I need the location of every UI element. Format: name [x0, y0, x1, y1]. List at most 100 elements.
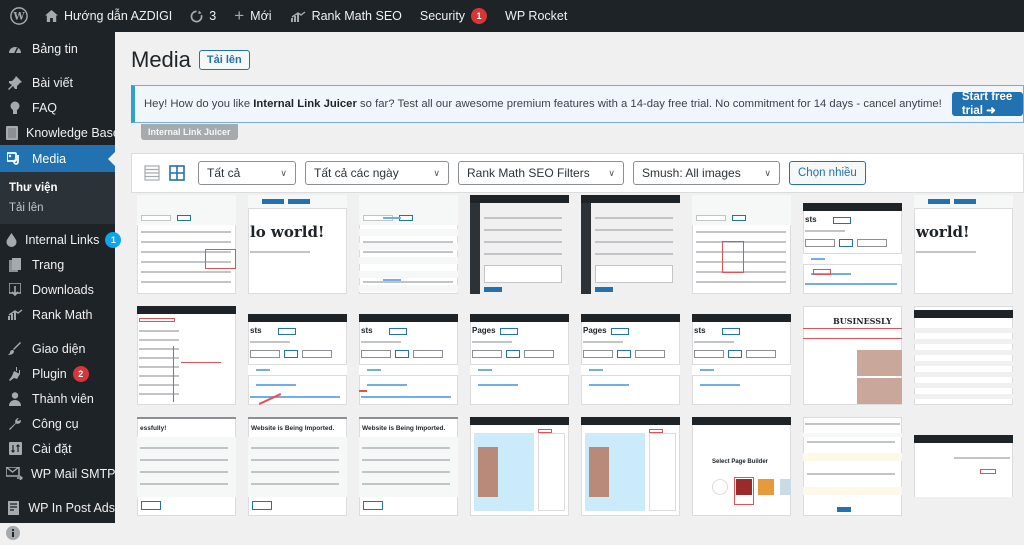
updates-link[interactable]: 3 [181, 0, 225, 32]
thumbnail-detail [362, 483, 450, 485]
sidebar-item-settings[interactable]: Cài đặt [0, 436, 115, 461]
sidebar-item-media[interactable]: Media [0, 145, 115, 172]
thumbnail-detail [914, 417, 1013, 437]
thumbnail-detail: sts [250, 326, 262, 335]
rank-math-link[interactable]: Rank Math SEO [281, 0, 411, 32]
wp-rocket-link[interactable]: WP Rocket [496, 0, 576, 32]
sidebar-item-faq[interactable]: FAQ [0, 95, 115, 120]
wordpress-logo-icon[interactable]: W [6, 3, 32, 29]
thumbnail-detail [780, 479, 791, 495]
sidebar-item-label: Rank Math [32, 307, 93, 322]
sidebar-item-knowledge-base[interactable]: Knowledge Base [0, 120, 120, 145]
media-thumbnail[interactable]: Pages [470, 306, 569, 405]
media-thumbnail[interactable]: sts [359, 306, 458, 405]
thumbnail-detail [581, 314, 680, 322]
media-thumbnail[interactable] [581, 195, 680, 294]
media-thumbnail[interactable]: Pages [581, 306, 680, 405]
media-thumbnail[interactable] [137, 306, 236, 405]
thumbnail-detail [251, 483, 339, 485]
sidebar-item-tools[interactable]: Công cụ [0, 411, 115, 436]
media-thumbnail[interactable] [914, 417, 1013, 516]
media-thumbnail[interactable]: BUSINESSLY [803, 306, 902, 405]
internal-link-juicer-notice: Hey! How do you like Internal Link Juice… [131, 85, 1024, 123]
media-thumbnail[interactable]: Website is Being Imported. [248, 417, 347, 516]
submenu-item-upload[interactable]: Tải lên [0, 198, 115, 218]
thumbnail-detail [581, 203, 591, 294]
rank-math-seo-filter[interactable]: Rank Math SEO Filters ∨ [458, 161, 624, 185]
sidebar-item-label: WP In Post Ads [28, 500, 115, 515]
bulk-select-button[interactable]: Chọn nhiều [789, 161, 866, 185]
security-link[interactable]: Security 1 [411, 0, 496, 32]
media-thumbnail[interactable]: world! [914, 195, 1013, 294]
thumbnail-detail [478, 384, 518, 386]
new-content-link[interactable]: + Mới [225, 0, 280, 32]
sidebar-item-appearance[interactable]: Giao diện [0, 336, 115, 361]
thumbnail-detail [256, 369, 270, 371]
grid-view-icon[interactable] [169, 165, 185, 181]
thumbnail-detail [914, 372, 1013, 377]
media-thumbnail[interactable] [692, 195, 791, 294]
chevron-down-icon: ∨ [764, 167, 771, 178]
start-free-trial-button[interactable]: Start free trial ➜ [951, 91, 1023, 117]
sidebar-item-wp-mail-smtp[interactable]: WP Mail SMTP [0, 461, 116, 486]
sidebar-item-dashboard[interactable]: Bảng tin [0, 36, 115, 61]
media-thumbnail[interactable] [470, 417, 569, 516]
media-thumbnail[interactable] [581, 417, 680, 516]
media-thumbnail[interactable] [470, 195, 569, 294]
thumbnail-detail [803, 328, 902, 329]
thumbnail-detail: world! [916, 223, 970, 241]
thumbnail-detail [173, 346, 174, 402]
media-thumbnail[interactable]: sts [692, 306, 791, 405]
sidebar-item-label: Knowledge Base [26, 125, 120, 140]
thumbnail-detail [524, 350, 554, 358]
plugin-icon [6, 365, 24, 383]
media-thumbnail[interactable]: sts [248, 306, 347, 405]
submenu-item-library[interactable]: Thư viện [0, 178, 115, 198]
sidebar-item-internal-links[interactable]: Internal Links 1 [0, 227, 122, 252]
thumbnail-detail [803, 487, 902, 495]
refresh-icon [190, 9, 203, 23]
thumbnail-detail [857, 239, 887, 247]
date-filter[interactable]: Tất cả các ngày ∨ [305, 161, 449, 185]
thumbnail-detail [181, 362, 221, 363]
media-thumbnail[interactable]: sts [803, 195, 902, 294]
thumbnail-detail [359, 229, 458, 236]
thumbnail-detail [359, 271, 458, 278]
dashboard-icon [6, 40, 24, 58]
smush-filter[interactable]: Smush: All images ∨ [633, 161, 780, 185]
sidebar-item-posts[interactable]: Bài viết [0, 70, 115, 95]
upload-button[interactable]: Tải lên [198, 50, 250, 70]
media-type-filter[interactable]: Tất cả ∨ [198, 161, 296, 185]
thumbnail-detail [803, 195, 902, 203]
sidebar-item-notification-bars[interactable]: Notification Bars [0, 520, 119, 545]
media-thumbnail[interactable]: lo world! [248, 195, 347, 294]
sidebar-item-label: Cài đặt [32, 441, 72, 456]
sidebar-item-users[interactable]: Thành viên [0, 386, 115, 411]
site-name-link[interactable]: Hướng dẫn AZDIGI [36, 0, 181, 32]
thumbnail-detail: Select Page Builder [712, 459, 769, 465]
thumbnail-detail [696, 215, 726, 221]
media-thumbnail[interactable] [914, 306, 1013, 405]
media-submenu: Thư viện Tải lên [0, 172, 115, 224]
sidebar-item-downloads[interactable]: Downloads [0, 277, 115, 302]
media-thumbnail[interactable] [803, 417, 902, 516]
media-thumbnail[interactable] [359, 195, 458, 294]
media-thumbnail[interactable] [137, 195, 236, 294]
media-thumbnail[interactable]: Website is Being Imported. [359, 417, 458, 516]
thumbnail-detail: sts [694, 326, 706, 335]
thumbnail-detail [472, 341, 512, 343]
thumbnail-detail [141, 215, 171, 221]
list-view-icon[interactable] [144, 165, 160, 181]
thumbnail-detail [914, 361, 1013, 366]
media-thumbnail[interactable]: essfully! [137, 417, 236, 516]
thumbnail-detail [359, 314, 458, 322]
sidebar-item-wp-in-post-ads[interactable]: WP In Post Ads [0, 495, 115, 520]
thumbnail-detail [362, 447, 450, 449]
sidebar-item-rank-math[interactable]: Rank Math [0, 302, 115, 327]
thumbnail-detail [389, 328, 407, 335]
sidebar-item-plugins[interactable]: Plugin 2 [0, 361, 115, 386]
thumbnail-detail [595, 253, 673, 255]
media-thumbnail[interactable]: Select Page Builder [692, 417, 791, 516]
sidebar-item-pages[interactable]: Trang [0, 252, 115, 277]
thumbnail-detail [359, 257, 458, 264]
